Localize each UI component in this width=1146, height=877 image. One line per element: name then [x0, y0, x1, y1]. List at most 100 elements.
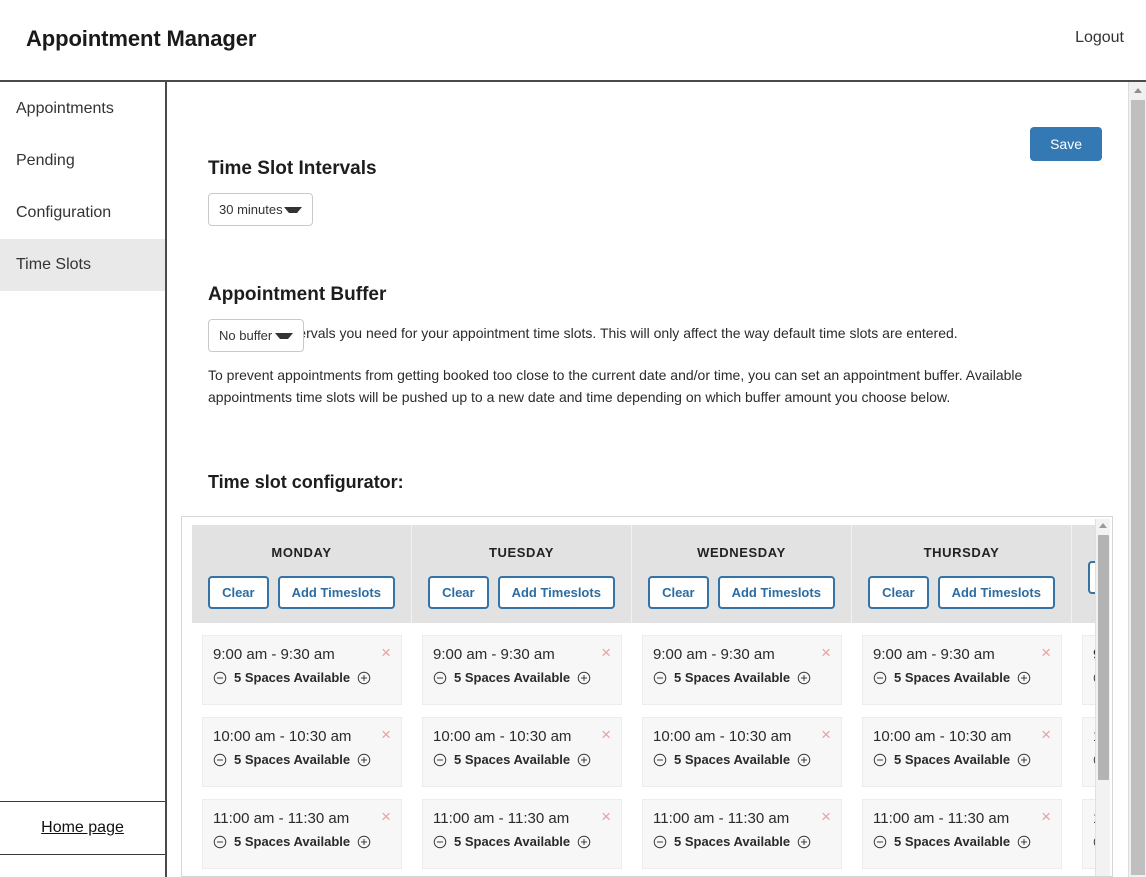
sidebar-item-time-slots[interactable]: Time Slots — [0, 239, 165, 291]
minus-circle-icon[interactable] — [433, 671, 447, 685]
day-slot-column: 9:00 am - 9:30 am×5 Spaces Available10:0… — [632, 623, 852, 876]
close-icon[interactable]: × — [601, 644, 611, 661]
day-slot-column: 9:00 am - 9:30 am×5 Spaces Available10:0… — [412, 623, 632, 876]
close-icon[interactable]: × — [601, 726, 611, 743]
time-slot-card[interactable]: 11:00 am - 11:30 am × 5 Spaces Available — [202, 799, 402, 869]
day-name-label: TUESDAY — [488, 545, 555, 560]
minus-circle-icon[interactable] — [873, 835, 887, 849]
spaces-available-row: 5 Spaces Available — [433, 752, 611, 767]
minus-circle-icon[interactable] — [213, 671, 227, 685]
time-slot-card[interactable]: 10:00 am - 10:30 am × 5 Spaces Available — [422, 717, 622, 787]
spaces-available-label: 5 Spaces Available — [234, 752, 351, 767]
clear-button[interactable]: Clear — [428, 576, 489, 609]
time-slot-range: 10:00 am - 10:30 am — [653, 728, 792, 745]
sidebar-item-configuration[interactable]: Configuration — [0, 187, 165, 239]
time-slot-card[interactable]: 9:00 am - 9:30 am × 5 Spaces Available — [422, 635, 622, 705]
close-icon[interactable]: × — [601, 808, 611, 825]
time-slot-card[interactable]: 11:00 am - 11:30 am × 5 Spaces Available — [422, 799, 622, 869]
minus-circle-icon[interactable] — [653, 835, 667, 849]
minus-circle-icon[interactable] — [653, 753, 667, 767]
time-slot-range: 9:00 am - 9:30 am — [873, 646, 995, 663]
plus-circle-icon[interactable] — [577, 753, 591, 767]
add-timeslots-button[interactable]: Add Timeslots — [277, 576, 395, 609]
time-slot-card[interactable]: 9:00 am - 9:30 am × 5 Spaces Available — [642, 635, 842, 705]
minus-circle-icon[interactable] — [433, 753, 447, 767]
appointment-buffer-title: Appointment Buffer — [208, 284, 387, 305]
plus-circle-icon[interactable] — [1017, 835, 1031, 849]
logout-link[interactable]: Logout — [1075, 29, 1124, 47]
minus-circle-icon[interactable] — [213, 835, 227, 849]
buffer-select-value: No buffer — [219, 328, 273, 343]
plus-circle-icon[interactable] — [1017, 753, 1031, 767]
spaces-available-row: 5 Spaces Available — [653, 670, 831, 685]
add-timeslots-button[interactable]: Add Timeslots — [937, 576, 1055, 609]
chevron-down-icon — [275, 332, 293, 339]
time-slot-card[interactable]: 9:00 am - 9:30 am × 5 Spaces Available — [862, 635, 1062, 705]
spaces-available-label: 5 Spaces Available — [894, 834, 1011, 849]
spaces-available-row: 5 Spaces Available — [213, 752, 391, 767]
page-vertical-scrollbar[interactable] — [1128, 82, 1146, 877]
close-icon[interactable]: × — [821, 644, 831, 661]
time-slot-card[interactable]: 11:00 am - 11:30 am × 5 Spaces Available — [642, 799, 842, 869]
plus-circle-icon[interactable] — [357, 835, 371, 849]
clear-button[interactable]: Clear — [868, 576, 929, 609]
scroll-up-arrow-icon[interactable] — [1099, 523, 1107, 528]
time-slot-card[interactable]: 10:00 am - 10:30 am × 5 Spaces Available — [642, 717, 842, 787]
configurator-scroll-area: MONDAY Clear Add Timeslots TUESDAY Clear Add … — [192, 525, 1097, 876]
minus-circle-icon[interactable] — [873, 753, 887, 767]
close-icon[interactable]: × — [1041, 726, 1051, 743]
spaces-available-row: 5 Spaces Available — [213, 670, 391, 685]
time-slot-range: 11:00 am - 11:30 am — [433, 810, 570, 827]
close-icon[interactable]: × — [1041, 644, 1051, 661]
spaces-available-label: 5 Spaces Available — [894, 752, 1011, 767]
scrollbar-thumb[interactable] — [1131, 100, 1145, 875]
close-icon[interactable]: × — [821, 726, 831, 743]
day-header-row: MONDAY Clear Add Timeslots TUESDAY Clear Add … — [192, 525, 1097, 623]
plus-circle-icon[interactable] — [357, 753, 371, 767]
plus-circle-icon[interactable] — [797, 835, 811, 849]
time-slot-range: 11:00 am - 11:30 am — [873, 810, 1010, 827]
minus-circle-icon[interactable] — [873, 671, 887, 685]
sidebar-item-appointments[interactable]: Appointments — [0, 83, 165, 135]
spaces-available-row: 5 Spaces Available — [653, 752, 831, 767]
page-title: Appointment Manager — [26, 26, 257, 51]
add-timeslots-button[interactable]: Add Timeslots — [497, 576, 615, 609]
configurator-vertical-scrollbar[interactable] — [1095, 519, 1110, 876]
plus-circle-icon[interactable] — [1017, 671, 1031, 685]
day-name-label: MONDAY — [271, 545, 332, 560]
clear-button[interactable]: Clear — [208, 576, 269, 609]
clear-button[interactable]: Clear — [648, 576, 709, 609]
time-slot-range: 9:00 am - 9:30 am — [213, 646, 335, 663]
plus-circle-icon[interactable] — [797, 671, 811, 685]
plus-circle-icon[interactable] — [797, 753, 811, 767]
minus-circle-icon[interactable] — [433, 835, 447, 849]
minus-circle-icon[interactable] — [213, 753, 227, 767]
minus-circle-icon[interactable] — [653, 671, 667, 685]
home-page-link[interactable]: Home page — [41, 819, 124, 837]
time-slot-card[interactable]: 10:00 am - 10:30 am × 5 Spaces Available — [862, 717, 1062, 787]
spaces-available-row: 5 Spaces Available — [873, 752, 1051, 767]
close-icon[interactable]: × — [381, 808, 391, 825]
save-button[interactable]: Save — [1030, 127, 1102, 161]
close-icon[interactable]: × — [381, 644, 391, 661]
home-page-section: Home page — [0, 801, 165, 855]
close-icon[interactable]: × — [1041, 808, 1051, 825]
spaces-available-label: 5 Spaces Available — [234, 834, 351, 849]
interval-select[interactable]: 30 minutes — [208, 193, 313, 226]
time-slot-card[interactable]: 10:00 am - 10:30 am × 5 Spaces Available — [202, 717, 402, 787]
plus-circle-icon[interactable] — [357, 671, 371, 685]
buffer-select[interactable]: No buffer — [208, 319, 304, 352]
time-slot-card[interactable]: 9:00 am - 9:30 am × 5 Spaces Available — [202, 635, 402, 705]
close-icon[interactable]: × — [821, 808, 831, 825]
spaces-available-label: 5 Spaces Available — [454, 670, 571, 685]
close-icon[interactable]: × — [381, 726, 391, 743]
scrollbar-thumb[interactable] — [1098, 535, 1109, 780]
scroll-up-arrow-icon[interactable] — [1134, 88, 1142, 93]
time-slot-card[interactable]: 11:00 am - 11:30 am × 5 Spaces Available — [862, 799, 1062, 869]
add-timeslots-button[interactable]: Add Timeslots — [717, 576, 835, 609]
time-slot-range: 9:00 am - 9:30 am — [433, 646, 555, 663]
sidebar-item-pending[interactable]: Pending — [0, 135, 165, 187]
interval-select-value: 30 minutes — [219, 202, 283, 217]
plus-circle-icon[interactable] — [577, 671, 591, 685]
plus-circle-icon[interactable] — [577, 835, 591, 849]
